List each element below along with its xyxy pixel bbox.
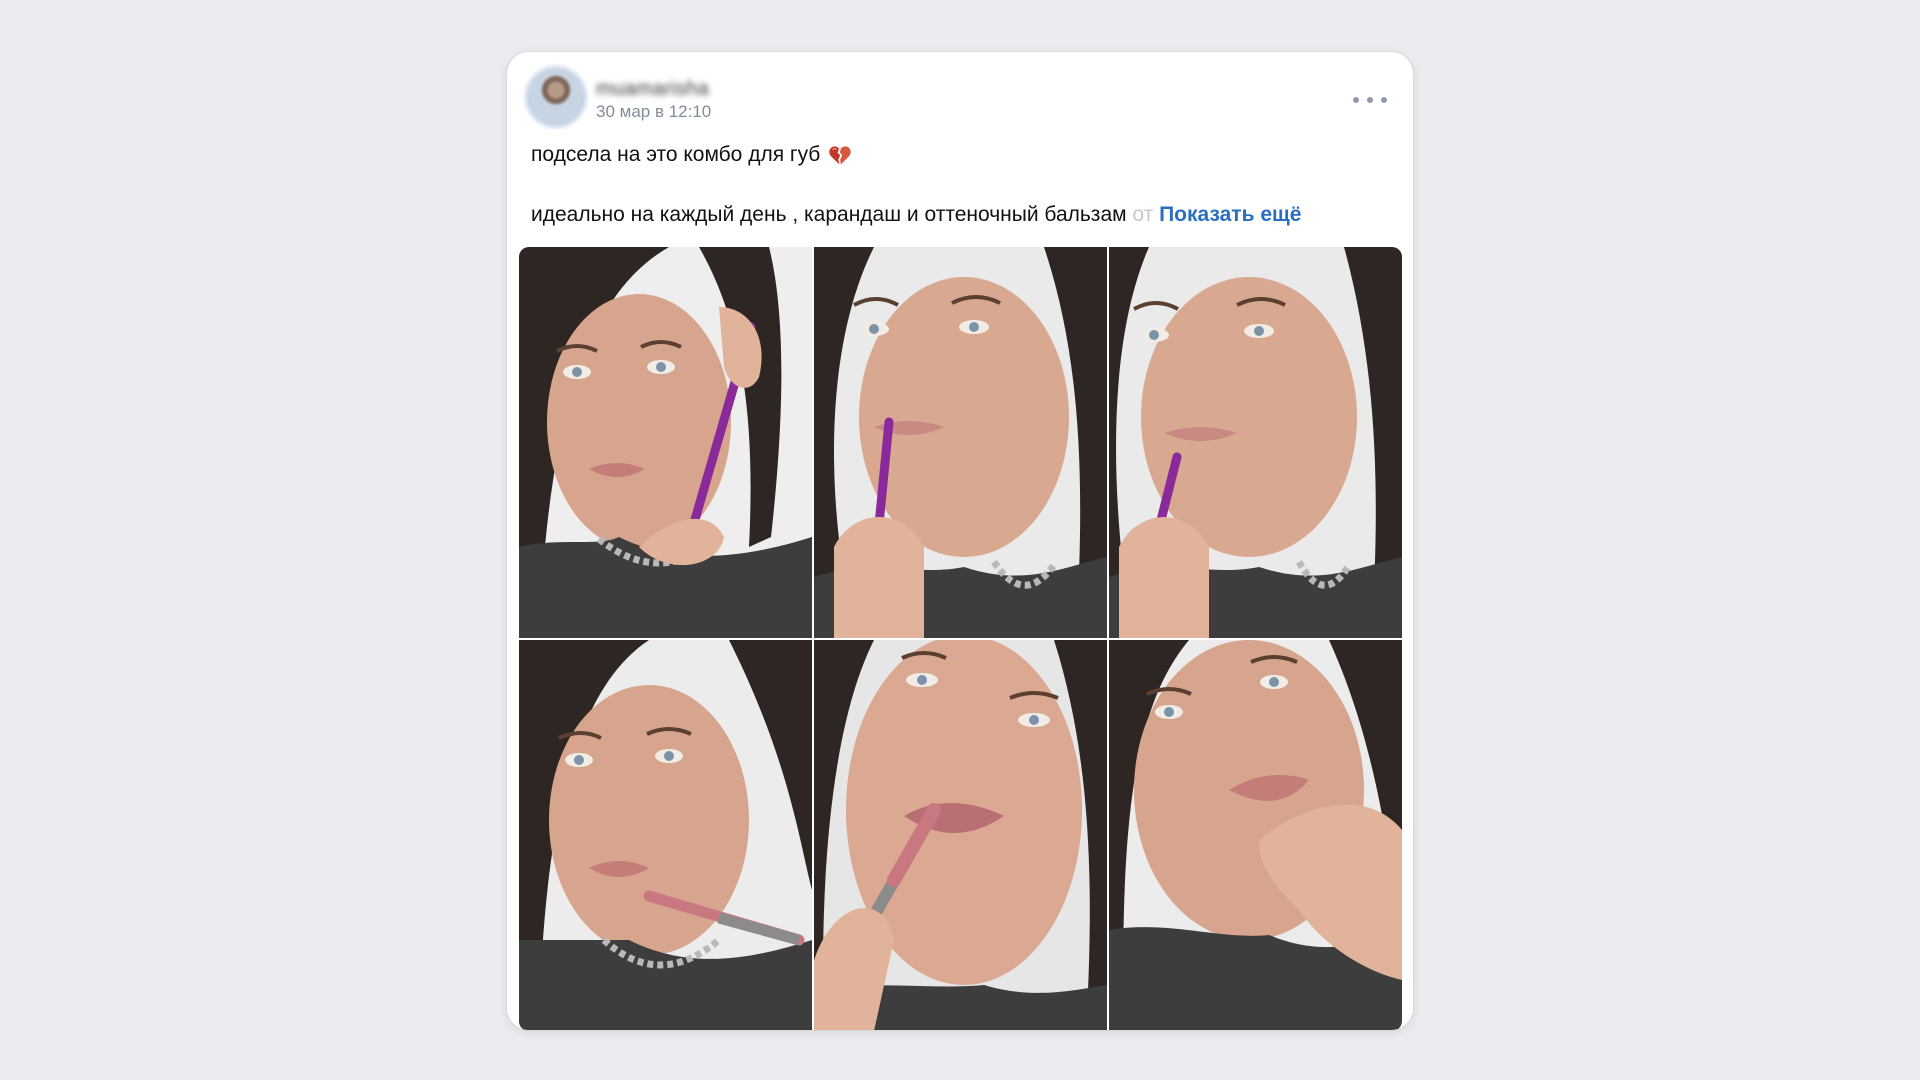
post-text-line2: идеально на каждый день , карандаш и отт… <box>531 203 1127 226</box>
broken-heart-icon <box>828 144 852 166</box>
more-dot <box>1353 97 1359 103</box>
post-text-line1: подсела на это комбо для губ <box>531 143 821 166</box>
photo-image <box>1109 640 1402 1030</box>
post-photo[interactable] <box>814 247 1107 638</box>
photo-grid <box>519 247 1402 1030</box>
author-name[interactable]: muamarisha <box>596 78 709 101</box>
show-more-link[interactable]: Показать ещё <box>1159 203 1301 226</box>
post-text-fade: от <box>1126 203 1154 226</box>
post-photo[interactable] <box>814 640 1107 1030</box>
more-dot <box>1367 97 1373 103</box>
post-text: подсела на это комбо для губ идеально на… <box>531 140 1391 230</box>
photo-image <box>814 640 1107 1030</box>
post-photo[interactable] <box>1109 640 1402 1030</box>
photo-image <box>519 247 812 638</box>
photo-image <box>1109 247 1402 638</box>
photo-image <box>519 640 812 1030</box>
more-icon[interactable] <box>1353 88 1387 112</box>
post-photo[interactable] <box>519 247 812 638</box>
post-photo[interactable] <box>1109 247 1402 638</box>
post-date[interactable]: 30 мар в 12:10 <box>596 102 711 122</box>
post-card: muamarisha 30 мар в 12:10 подсела на это… <box>507 52 1413 1030</box>
author-avatar[interactable] <box>527 68 585 126</box>
more-dot <box>1381 97 1387 103</box>
photo-image <box>814 247 1107 638</box>
post-photo[interactable] <box>519 640 812 1030</box>
